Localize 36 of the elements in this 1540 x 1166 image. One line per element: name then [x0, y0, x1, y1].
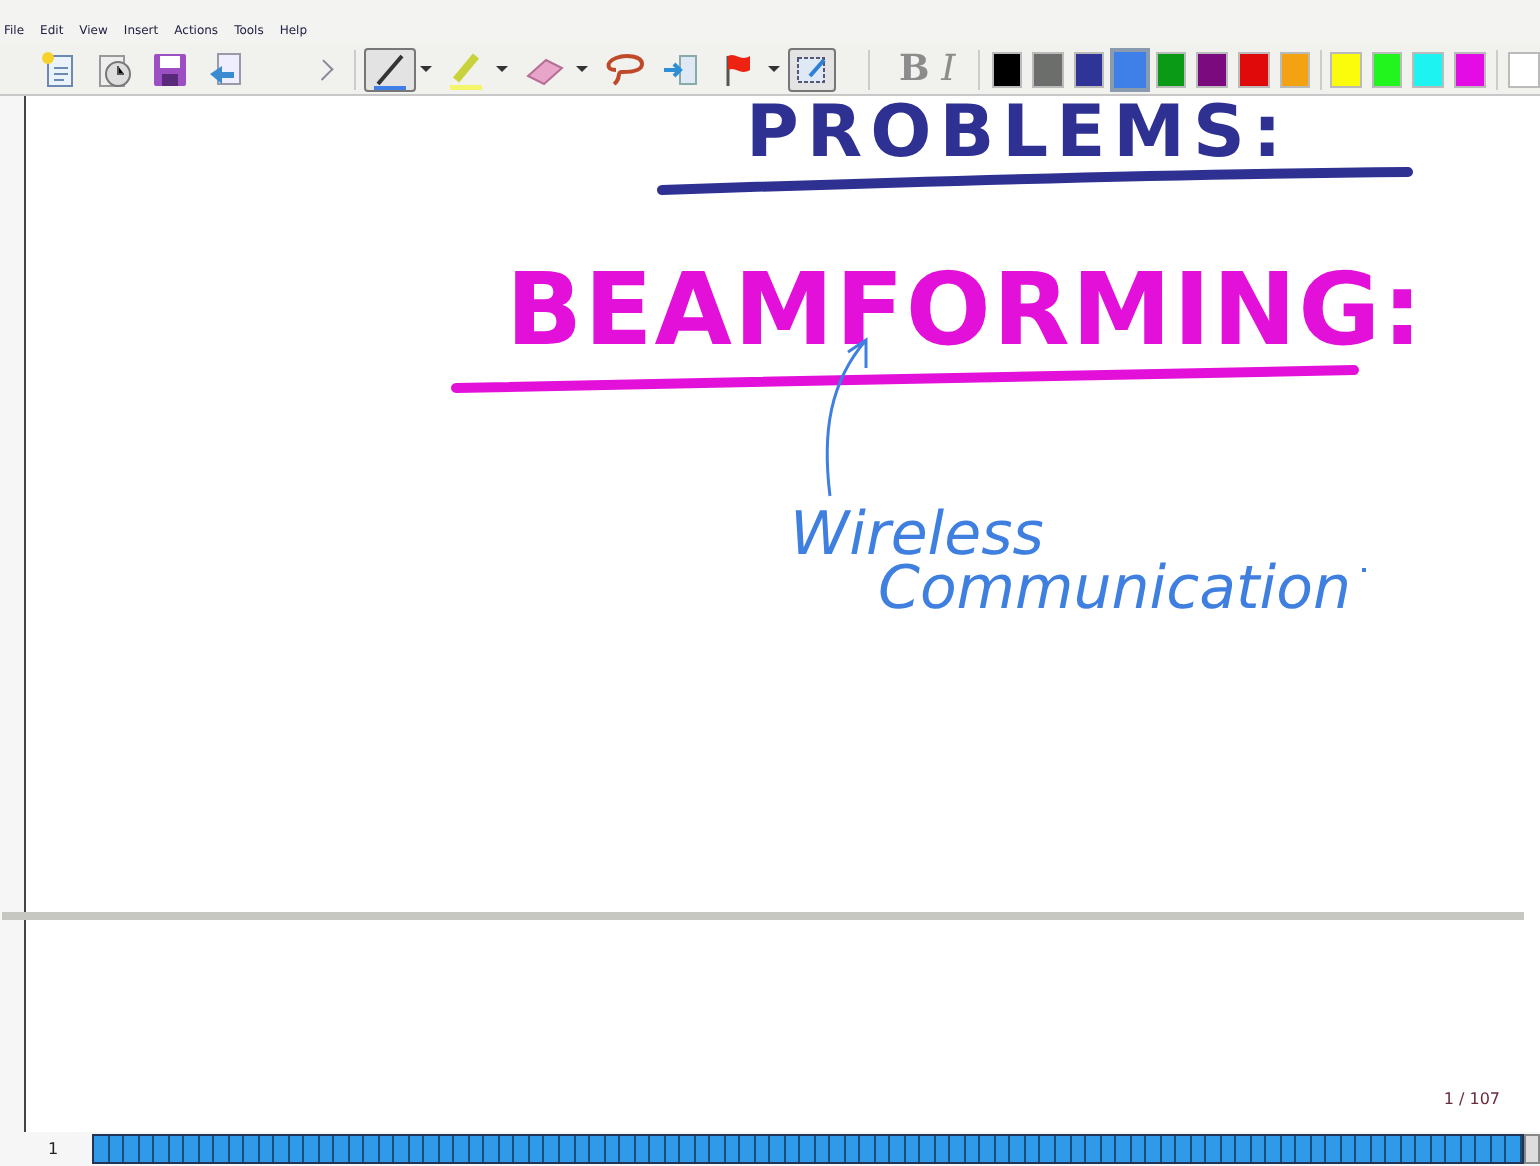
handwritten-text: BEAMFORMING: — [506, 260, 1425, 360]
caret-icon[interactable] — [767, 66, 780, 72]
caret-icon[interactable] — [575, 66, 588, 72]
page-indicator: 1 / 107 — [1443, 1088, 1500, 1112]
send-note-icon — [206, 49, 246, 89]
page-number: 1 — [46, 1137, 61, 1161]
color-swatch[interactable] — [1073, 51, 1105, 87]
color-swatch[interactable] — [1155, 51, 1187, 87]
color-swatch[interactable] — [1279, 51, 1311, 87]
color-swatch[interactable] — [1114, 51, 1146, 87]
more-colors-button[interactable] — [1508, 51, 1540, 87]
color-swatch[interactable] — [1412, 51, 1444, 87]
selection-icon — [793, 51, 830, 87]
scroll-arrows-icon[interactable] — [1524, 1134, 1540, 1164]
page-strip[interactable] — [92, 1134, 1524, 1164]
caret-icon[interactable] — [419, 66, 432, 72]
color-swatch[interactable] — [1371, 51, 1403, 87]
tool-button[interactable] — [787, 47, 836, 91]
handwritten-text: Wireless — [790, 506, 1044, 566]
new-note-icon — [38, 49, 78, 89]
insert-space-icon — [661, 49, 702, 89]
save-icon — [150, 49, 190, 89]
color-swatch[interactable] — [1032, 51, 1064, 87]
color-swatch[interactable] — [1453, 51, 1486, 87]
color-swatch[interactable] — [991, 51, 1023, 87]
handwritten-text: PROBLEMS: — [746, 98, 1290, 170]
color-swatch[interactable] — [1330, 51, 1362, 87]
highlighter-icon — [445, 49, 486, 89]
lasso-icon — [601, 49, 646, 89]
tool-button[interactable] — [363, 47, 416, 91]
caret-icon[interactable] — [495, 66, 508, 72]
color-swatch[interactable] — [1237, 51, 1270, 87]
clock-note-icon — [94, 49, 134, 89]
color-swatch[interactable] — [1196, 51, 1228, 87]
pen-icon — [369, 49, 410, 89]
handwritten-text: Communication — [878, 560, 1351, 620]
